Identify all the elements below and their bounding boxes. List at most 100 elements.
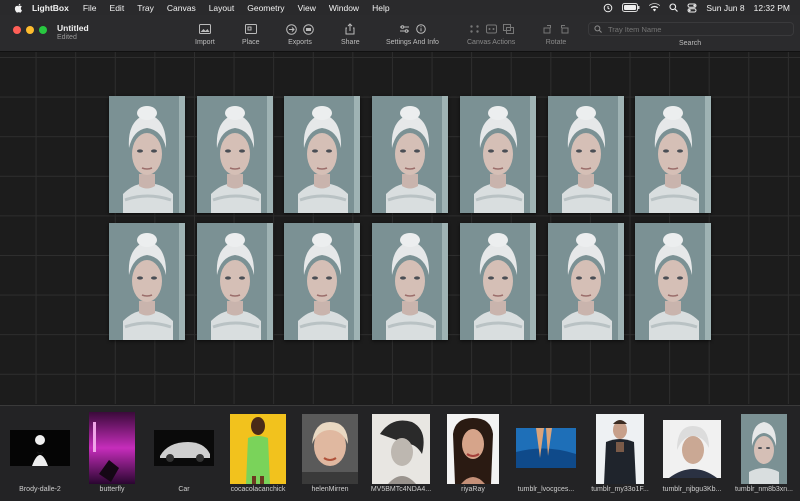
import-label: Import [195,39,215,46]
rotate-label: Rotate [545,39,567,46]
tray-item-label: helenMirren [311,486,349,493]
menu-window[interactable]: Window [329,3,359,13]
printer-icon [303,23,314,35]
portrait-image [372,96,449,213]
search-label: Search [679,40,702,47]
canvas-photo[interactable] [547,96,624,213]
zoom-button[interactable] [39,26,47,34]
tray-thumbnail[interactable] [230,414,286,484]
tray-item-label: MV5BMTc4NDA4... [370,486,432,493]
tray-item-label: tumblr_lvocgces... [517,486,575,493]
tray-thumbnail[interactable] [516,428,576,468]
menu-help[interactable]: Help [372,3,389,13]
canvas-photo[interactable] [635,223,712,340]
tray-thumbnail[interactable] [447,414,499,484]
menu-edit[interactable]: Edit [110,3,125,13]
canvas-photo[interactable] [635,96,712,213]
canvas-shuffle-icon [469,25,479,33]
tray-thumbnail[interactable] [89,412,135,484]
canvas-photo[interactable] [284,223,361,340]
tray-item-label: tumblr_njbgu3Kb... [662,486,722,493]
wifi-icon[interactable] [649,3,661,12]
window-toolbar: Untitled Edited Import Place Exports Sha… [0,15,800,52]
portrait-image [196,96,273,213]
settings-info-label: Settings And Info [386,39,439,46]
app-menu[interactable]: LightBox [32,3,69,13]
rotate-right-icon [561,25,569,34]
settings-info-button[interactable]: Settings And Info [386,22,439,46]
canvas-photo[interactable] [196,223,273,340]
rotate-left-icon [543,25,551,34]
share-icon [345,23,355,35]
menu-view[interactable]: View [298,3,316,13]
minimize-button[interactable] [26,26,34,34]
canvas-photo[interactable] [109,223,185,340]
canvas-photo[interactable] [109,96,185,213]
tray-search-field[interactable] [588,22,794,36]
portrait-image [459,96,536,213]
time-machine-icon[interactable] [603,3,613,13]
share-button[interactable]: Share [341,22,360,46]
share-label: Share [341,39,360,46]
tray-thumbnail[interactable] [302,414,358,484]
settings-sliders-icon [399,25,409,33]
control-center-icon[interactable] [687,3,697,13]
search-input[interactable] [606,23,790,35]
menu-file[interactable]: File [83,3,97,13]
portrait-image [284,223,361,340]
menubar-date[interactable]: Sun Jun 8 [706,3,744,13]
document-title: Untitled [57,23,89,33]
portrait-image [635,223,712,340]
tray-thumbnail[interactable] [741,414,787,484]
place-icon [244,24,257,34]
portrait-image [372,223,449,340]
canvas-photo[interactable] [196,96,273,213]
canvas-photo[interactable] [547,223,624,340]
canvas-grid-icon [485,24,497,34]
exports-button[interactable]: Exports [286,22,314,46]
menu-bar: LightBox File Edit Tray Canvas Layout Ge… [0,0,800,15]
search-icon [594,25,602,33]
tray-thumbnail[interactable] [663,420,721,478]
canvas-photo[interactable] [459,223,536,340]
portrait-image [459,223,536,340]
apple-icon[interactable] [13,3,25,13]
tray-item-label: Brody-dalle-2 [19,486,61,493]
import-button[interactable]: Import [195,22,215,46]
tray-item-label: tumblr_my33o1F... [591,486,649,493]
canvas-actions-label: Canvas Actions [467,39,516,46]
rotate-button[interactable]: Rotate [543,22,569,46]
exports-label: Exports [288,39,312,46]
spotlight-search-icon[interactable] [669,3,679,12]
canvas-actions-button[interactable]: Canvas Actions [467,22,515,46]
tray-thumbnail[interactable] [596,414,644,484]
canvas-photo[interactable] [372,96,449,213]
portrait-image [635,96,712,213]
tray-item-label: tumblr_nm8b3xn... [735,486,793,493]
menubar-time[interactable]: 12:32 PM [754,3,790,13]
tray-item-label: Car [178,486,190,493]
tray-thumbnail[interactable] [372,414,430,484]
menu-tray[interactable]: Tray [137,3,154,13]
portrait-image [547,223,624,340]
menu-layout[interactable]: Layout [209,3,235,13]
image-tray: Brody-dalle-2 butterfly Car cocacolacanchic… [0,405,800,501]
close-button[interactable] [13,26,21,34]
menu-canvas[interactable]: Canvas [167,3,196,13]
menu-geometry[interactable]: Geometry [247,3,284,13]
tray-item-label: riyaRay [461,486,485,493]
tray-thumbnail[interactable] [154,430,214,466]
portrait-image [547,96,624,213]
info-icon [416,24,426,34]
tray-item-label: butterfly [99,486,125,493]
portrait-image [196,223,273,340]
battery-icon[interactable] [622,3,640,12]
canvas-photo[interactable] [372,223,449,340]
lightbox-canvas[interactable] [0,52,800,404]
tray-thumbnail[interactable] [10,430,70,466]
portrait-image [109,96,185,213]
canvas-photo[interactable] [459,96,536,213]
canvas-photo[interactable] [284,96,361,213]
portrait-image [284,96,361,213]
place-button[interactable]: Place [242,22,260,46]
